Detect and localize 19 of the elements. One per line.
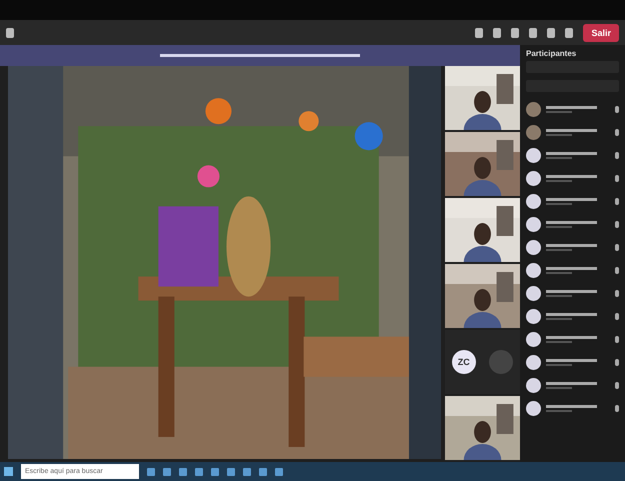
- avatar-icon: [489, 350, 514, 374]
- avatar-icon: [526, 378, 541, 392]
- avatar-icon: [526, 262, 541, 278]
- panel-title: Participantes: [526, 49, 578, 58]
- avatar-icon: [526, 332, 541, 346]
- leave-button[interactable]: Salir: [583, 24, 619, 42]
- avatar-icon: [526, 400, 541, 416]
- avatar-initials: ZC: [452, 350, 476, 374]
- avatar-icon: [526, 286, 541, 300]
- avatar-icon: [526, 124, 541, 140]
- avatar-icon: [526, 102, 541, 116]
- avatar-icon: [526, 216, 541, 232]
- avatar-icon: [526, 308, 541, 324]
- start-icon[interactable]: [4, 467, 13, 476]
- avatar-icon: [526, 148, 541, 162]
- avatar-icon: [526, 194, 541, 208]
- avatar-icon: [526, 170, 541, 186]
- avatar-icon: [526, 354, 541, 370]
- avatar-icon: [526, 240, 541, 254]
